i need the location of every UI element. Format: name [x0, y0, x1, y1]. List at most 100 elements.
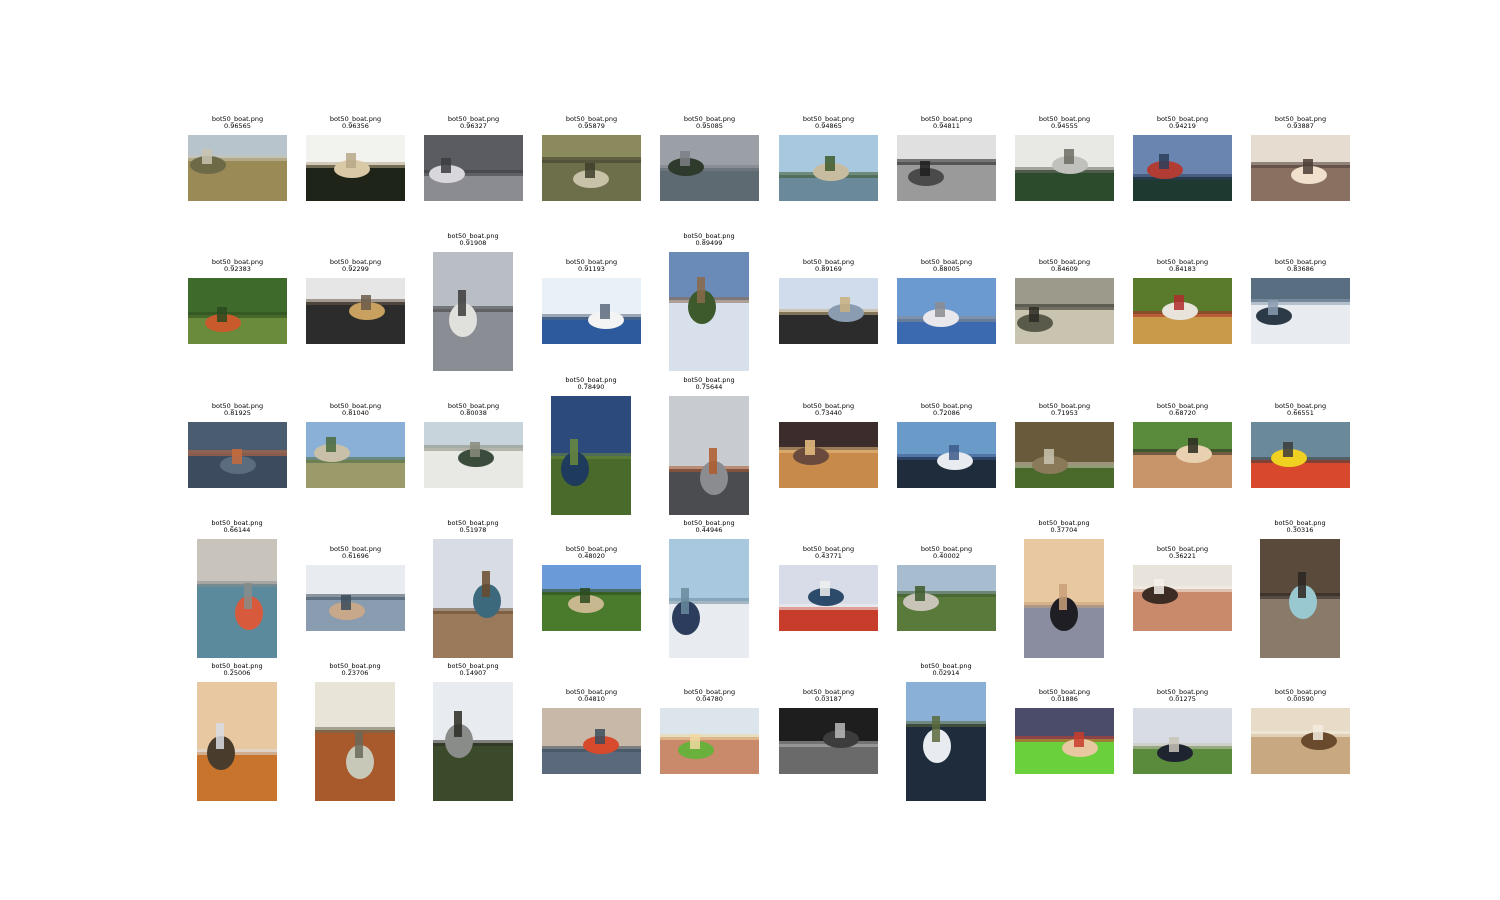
thumbnail-cell: bot50_boat.png 0.94811 — [897, 116, 996, 201]
portrait-photo — [433, 252, 513, 371]
landscape-photo — [306, 565, 405, 631]
thumbnail-score: 0.00590 — [1287, 695, 1314, 703]
thumbnail-cell: bot50_boat.png 0.96327 — [424, 116, 523, 201]
thumbnail-cell: bot50_boat.png 0.40002 — [897, 546, 996, 631]
thumbnail-score: 0.14907 — [459, 669, 487, 677]
landscape-photo — [660, 135, 759, 201]
thumbnail-score: 0.94865 — [815, 122, 842, 130]
landscape-photo — [1133, 135, 1232, 201]
landscape-photo — [1251, 278, 1350, 344]
thumbnail-cell: bot50_boat.png 0.96356 — [306, 116, 405, 201]
thumbnail-cell: bot50_boat.png 0.04780 — [660, 689, 759, 774]
thumbnail-score: 0.96565 — [224, 122, 251, 130]
thumbnail-cell: bot50_boat.png 0.14907 — [433, 663, 513, 801]
portrait-photo — [551, 396, 631, 515]
thumbnail-score: 0.72086 — [933, 409, 960, 417]
thumbnail-score: 0.96356 — [342, 122, 369, 130]
thumbnail-cell: bot50_boat.png 0.84609 — [1015, 259, 1114, 344]
thumbnail-cell: bot50_boat.png 0.73440 — [779, 403, 878, 488]
thumbnail-score: 0.75644 — [695, 383, 723, 391]
thumbnail-score: 0.94219 — [1169, 122, 1196, 130]
landscape-photo — [1251, 135, 1350, 201]
landscape-photo — [1251, 708, 1350, 774]
thumbnail-score: 0.92299 — [342, 265, 369, 273]
thumbnail-score: 0.23706 — [341, 669, 369, 677]
portrait-photo — [669, 539, 749, 658]
landscape-photo — [542, 135, 641, 201]
landscape-photo — [660, 708, 759, 774]
landscape-photo — [1015, 708, 1114, 774]
thumbnail-cell: bot50_boat.png 0.88005 — [897, 259, 996, 344]
thumbnail-score: 0.92383 — [224, 265, 251, 273]
landscape-photo — [779, 708, 878, 774]
thumbnail-score: 0.73440 — [815, 409, 842, 417]
thumbnail-score: 0.81040 — [342, 409, 369, 417]
landscape-photo — [1015, 278, 1114, 344]
landscape-photo — [1015, 135, 1114, 201]
landscape-photo — [188, 278, 287, 344]
landscape-photo — [779, 422, 878, 488]
thumbnail-score: 0.40002 — [933, 552, 960, 560]
thumbnail-cell: bot50_boat.png 0.94555 — [1015, 116, 1114, 201]
landscape-photo — [1133, 708, 1232, 774]
thumbnail-score: 0.95879 — [578, 122, 605, 130]
portrait-photo — [1260, 539, 1340, 658]
landscape-photo — [306, 422, 405, 488]
landscape-photo — [779, 278, 878, 344]
landscape-photo — [542, 708, 641, 774]
thumbnail-score: 0.30316 — [1286, 526, 1314, 534]
thumbnail-cell: bot50_boat.png 0.91193 — [542, 259, 641, 344]
thumbnail-cell: bot50_boat.png 0.03187 — [779, 689, 878, 774]
landscape-photo — [1015, 422, 1114, 488]
landscape-photo — [897, 565, 996, 631]
thumbnail-score: 0.89499 — [695, 239, 723, 247]
thumbnail-cell: bot50_boat.png 0.61696 — [306, 546, 405, 631]
portrait-photo — [315, 682, 395, 801]
thumbnail-cell: bot50_boat.png 0.01886 — [1015, 689, 1114, 774]
portrait-photo — [197, 539, 277, 658]
thumbnail-cell: bot50_boat.png 0.72086 — [897, 403, 996, 488]
thumbnail-cell: bot50_boat.png 0.95085 — [660, 116, 759, 201]
thumbnail-score: 0.96327 — [460, 122, 487, 130]
thumbnail-cell: bot50_boat.png 0.66144 — [197, 520, 277, 658]
landscape-photo — [424, 422, 523, 488]
thumbnail-cell: bot50_boat.png 0.94219 — [1133, 116, 1232, 201]
thumbnail-score: 0.04810 — [578, 695, 605, 703]
thumbnail-score: 0.94811 — [933, 122, 960, 130]
thumbnail-cell: bot50_boat.png 0.92299 — [306, 259, 405, 344]
thumbnail-score: 0.02914 — [932, 669, 960, 677]
thumbnail-score: 0.66144 — [223, 526, 251, 534]
thumbnail-score: 0.36221 — [1169, 552, 1196, 560]
thumbnail-cell: bot50_boat.png 0.83686 — [1251, 259, 1350, 344]
landscape-photo — [779, 135, 878, 201]
thumbnail-score: 0.48020 — [578, 552, 605, 560]
thumbnail-cell: bot50_boat.png 0.91908 — [433, 233, 513, 371]
thumbnail-cell: bot50_boat.png 0.43771 — [779, 546, 878, 631]
thumbnail-cell: bot50_boat.png 0.44946 — [669, 520, 749, 658]
thumbnail-score: 0.44946 — [695, 526, 723, 534]
portrait-photo — [669, 252, 749, 371]
landscape-photo — [542, 565, 641, 631]
thumbnail-score: 0.37704 — [1050, 526, 1078, 534]
thumbnail-cell: bot50_boat.png 0.66551 — [1251, 403, 1350, 488]
thumbnail-cell: bot50_boat.png 0.81925 — [188, 403, 287, 488]
thumbnail-cell: bot50_boat.png 0.81040 — [306, 403, 405, 488]
thumbnail-cell: bot50_boat.png 0.84183 — [1133, 259, 1232, 344]
thumbnail-cell: bot50_boat.png 0.68720 — [1133, 403, 1232, 488]
landscape-photo — [188, 135, 287, 201]
thumbnail-cell: bot50_boat.png 0.75644 — [669, 377, 749, 515]
thumbnail-cell: bot50_boat.png 0.25006 — [197, 663, 277, 801]
portrait-photo — [669, 396, 749, 515]
thumbnail-cell: bot50_boat.png 0.02914 — [906, 663, 986, 801]
thumbnail-grid: bot50_boat.png 0.96565 bot50_boat.png 0.963… — [0, 0, 1500, 900]
thumbnail-cell: bot50_boat.png 0.94865 — [779, 116, 878, 201]
thumbnail-score: 0.80038 — [460, 409, 487, 417]
thumbnail-score: 0.68720 — [1169, 409, 1196, 417]
thumbnail-cell: bot50_boat.png 0.04810 — [542, 689, 641, 774]
thumbnail-cell: bot50_boat.png 0.48020 — [542, 546, 641, 631]
thumbnail-cell: bot50_boat.png 0.95879 — [542, 116, 641, 201]
landscape-photo — [306, 135, 405, 201]
thumbnail-cell: bot50_boat.png 0.80038 — [424, 403, 523, 488]
landscape-photo — [188, 422, 287, 488]
landscape-photo — [779, 565, 878, 631]
